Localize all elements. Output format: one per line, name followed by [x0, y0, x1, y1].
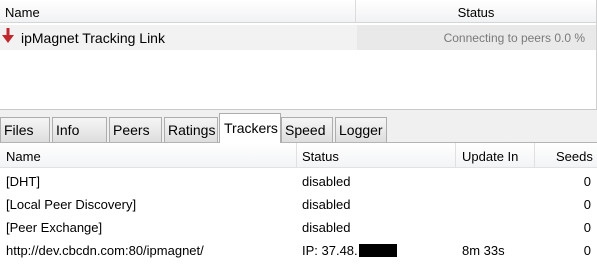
tracker-seeds: 0 — [583, 220, 591, 235]
tracker-row[interactable]: [Local Peer Discovery] disabled 0 — [0, 193, 597, 216]
torrent-status-cell: Connecting to peers 0.0 % — [357, 25, 597, 50]
tab-peers[interactable]: Peers — [109, 117, 162, 142]
tracker-status: disabled — [302, 174, 351, 189]
column-header-status[interactable]: Status — [302, 149, 339, 164]
column-divider[interactable] — [296, 143, 297, 167]
tab-trackers[interactable]: Trackers — [219, 113, 281, 143]
tracker-name: [Peer Exchange] — [6, 220, 103, 235]
tracker-seeds: 0 — [583, 243, 591, 258]
column-header-name[interactable]: Name — [6, 149, 41, 164]
trackers-table-header: Name Status Update In Seeds — [0, 143, 597, 168]
tracker-row[interactable]: [Peer Exchange] disabled 0 — [0, 216, 597, 239]
tracker-seeds: 0 — [583, 197, 591, 212]
tab-speed[interactable]: Speed — [281, 117, 333, 142]
tracker-status: IP: 37.48. — [302, 243, 358, 258]
tracker-row[interactable]: [DHT] disabled 0 — [0, 170, 597, 193]
tracker-seeds: 0 — [583, 174, 591, 189]
torrent-status-text: Connecting to peers 0.0 % — [443, 31, 585, 45]
redaction-bar — [358, 244, 397, 257]
tracker-update-in: 8m 33s — [462, 243, 505, 258]
torrent-name: ipMagnet Tracking Link — [21, 30, 165, 46]
column-divider[interactable] — [455, 143, 456, 167]
tab-info[interactable]: Info — [52, 117, 107, 142]
column-header-update-in[interactable]: Update In — [462, 149, 518, 164]
column-divider[interactable] — [534, 143, 535, 167]
torrent-row[interactable]: Connecting to peers 0.0 % ipMagnet Track… — [0, 25, 597, 50]
down-arrow-icon — [2, 28, 14, 43]
tab-logger[interactable]: Logger — [335, 117, 387, 142]
tracker-name: [Local Peer Discovery] — [6, 197, 137, 212]
torrent-list-header: Name Status — [0, 0, 597, 23]
column-header-status[interactable]: Status — [356, 5, 596, 20]
tracker-row[interactable]: http://dev.cbcdn.com:80/ipmagnet/ IP: 37… — [0, 239, 597, 262]
tracker-name: http://dev.cbcdn.com:80/ipmagnet/ — [6, 243, 204, 258]
tracker-status: disabled — [302, 220, 351, 235]
tracker-name: [DHT] — [6, 174, 40, 189]
tracker-status: disabled — [302, 197, 351, 212]
tracker-status-cell: IP: 37.48. — [302, 243, 397, 258]
column-header-name[interactable]: Name — [5, 5, 40, 20]
column-header-seeds[interactable]: Seeds — [556, 149, 593, 164]
tab-files[interactable]: Files — [0, 117, 50, 142]
tab-ratings[interactable]: Ratings — [164, 117, 218, 142]
